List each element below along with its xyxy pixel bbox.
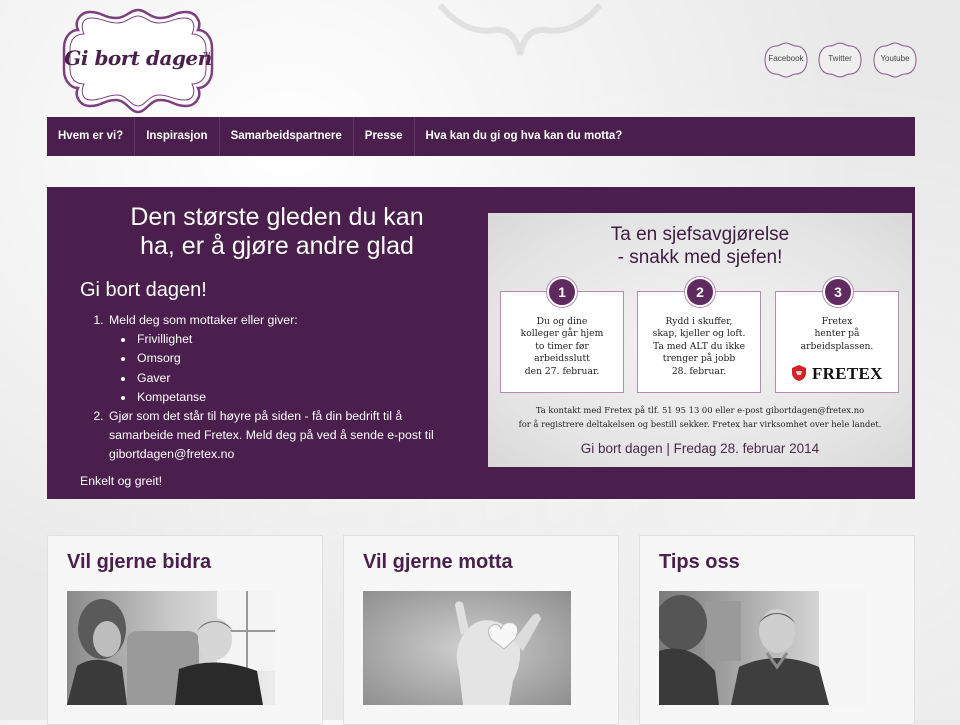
poster-step-number-3: 3: [823, 277, 853, 307]
poster-line: Fretex: [821, 316, 853, 327]
nav-item-hva-kan-du-gi[interactable]: Hva kan du gi og hva kan du motta?: [415, 117, 634, 156]
hero-step-1-text: Meld deg som mottaker eller giver:: [109, 313, 298, 327]
poster-line: Rydd i skuffer,: [665, 316, 733, 327]
hero-step-2: Gjør som det står til høyre på siden - f…: [107, 407, 457, 465]
list-item: Kompetanse: [135, 388, 457, 407]
nav-item-inspirasjon[interactable]: Inspirasjon: [135, 117, 220, 156]
poster-step-number-1: 1: [547, 277, 577, 307]
hero-step-1-sublist: Frivillighet Omsorg Gaver Kompetanse: [109, 330, 457, 407]
card-tips-oss[interactable]: Tips oss: [639, 535, 915, 725]
hero-closing-text: Enkelt og greit!: [80, 474, 163, 488]
youtube-label: Youtube: [880, 54, 910, 63]
card-vil-gjerne-motta[interactable]: Vil gjerne motta: [343, 535, 619, 725]
poster-step-1-text: Du og dine kolleger går hjem to timer fø…: [505, 316, 619, 378]
poster-title: Ta en sjefsavgjørelse - snakk med sjefen…: [488, 223, 912, 269]
poster-line: to timer før: [535, 340, 589, 352]
card-vil-gjerne-bidra[interactable]: Vil gjerne bidra: [47, 535, 323, 725]
campaign-poster[interactable]: Ta en sjefsavgjørelse - snakk med sjefen…: [488, 213, 912, 467]
youtube-button[interactable]: Youtube: [873, 42, 917, 78]
hero-steps-list: Meld deg som mottaker eller giver: Frivi…: [87, 311, 457, 465]
poster-line: henter på: [814, 328, 860, 340]
hero-step-2-text: Gjør som det står til høyre på siden - f…: [109, 409, 434, 462]
card-photo-hand-with-heart[interactable]: [363, 591, 571, 705]
hero-banner: Den største gleden du kan ha, er å gjøre…: [47, 187, 915, 499]
poster-line: arbeidsslutt: [534, 353, 590, 365]
list-item: Frivillighet: [135, 330, 457, 349]
poster-line: Du og dine: [536, 316, 588, 327]
list-item: Gaver: [135, 369, 457, 388]
poster-step-3-text: Fretex henter på arbeidsplassen.: [780, 316, 894, 353]
hero-headline: Den største gleden du kan ha, er å gjøre…: [77, 203, 477, 261]
facebook-label: Facebook: [768, 54, 804, 63]
card-photo-people-talking[interactable]: [67, 591, 275, 705]
list-item: Omsorg: [135, 349, 457, 368]
logo-trademark: TM: [203, 52, 211, 58]
main-navigation: Hvem er vi? Inspirasjon Samarbeidspartne…: [47, 117, 915, 156]
fretex-wordmark: FRETEX: [812, 364, 883, 383]
poster-contact-line2: for å registrere deltakelsen og bestill …: [518, 418, 882, 429]
hero-subtitle: Gi bort dagen!: [80, 279, 207, 301]
poster-line: Ta med ALT du ikke: [652, 340, 746, 352]
twitter-label: Twitter: [828, 54, 852, 63]
poster-line: arbeidsplassen.: [800, 340, 874, 352]
hero-headline-line1: Den største gleden du kan: [130, 203, 424, 231]
poster-footer: Gi bort dagen | Fredag 28. februar 2014: [580, 441, 820, 456]
logo-text: Gi bort dagen: [64, 46, 212, 70]
poster-line: skap, kjeller og loft.: [652, 328, 746, 340]
nav-item-samarbeidspartnere[interactable]: Samarbeidspartnere: [220, 117, 354, 156]
card-photo-smiling-man[interactable]: [659, 591, 867, 705]
facebook-button[interactable]: Facebook: [764, 42, 808, 78]
poster-title-line2: - snakk med sjefen!: [617, 247, 783, 268]
fretex-logo: FRETEX: [790, 364, 886, 383]
site-logo[interactable]: Gi bort dagen TM: [62, 8, 214, 114]
card-title[interactable]: Vil gjerne bidra: [67, 551, 211, 574]
poster-line: den 27. februar.: [524, 365, 600, 377]
poster-line: 28. februar.: [671, 365, 727, 377]
nav-item-presse[interactable]: Presse: [354, 117, 415, 156]
poster-line: kolleger går hjem: [520, 328, 604, 340]
background-ornament: [437, 3, 603, 56]
poster-step-number-2: 2: [685, 277, 715, 307]
twitter-button[interactable]: Twitter: [818, 42, 862, 78]
poster-contact-line1: Ta kontakt med Fretex på tlf. 51 95 13 0…: [535, 405, 865, 415]
card-title[interactable]: Vil gjerne motta: [363, 551, 513, 574]
poster-contact-text: Ta kontakt med Fretex på tlf. 51 95 13 0…: [488, 404, 912, 431]
salvation-army-shield-icon: [792, 365, 806, 381]
nav-item-hvem-er-vi[interactable]: Hvem er vi?: [47, 117, 136, 156]
hero-headline-line2: ha, er å gjøre andre glad: [140, 232, 414, 260]
poster-line: trenger på jobb: [662, 353, 736, 365]
card-title[interactable]: Tips oss: [659, 551, 740, 574]
poster-step-2-text: Rydd i skuffer, skap, kjeller og loft. T…: [642, 316, 756, 378]
poster-title-line1: Ta en sjefsavgjørelse: [610, 224, 790, 245]
hero-step-1: Meld deg som mottaker eller giver: Frivi…: [107, 311, 457, 407]
